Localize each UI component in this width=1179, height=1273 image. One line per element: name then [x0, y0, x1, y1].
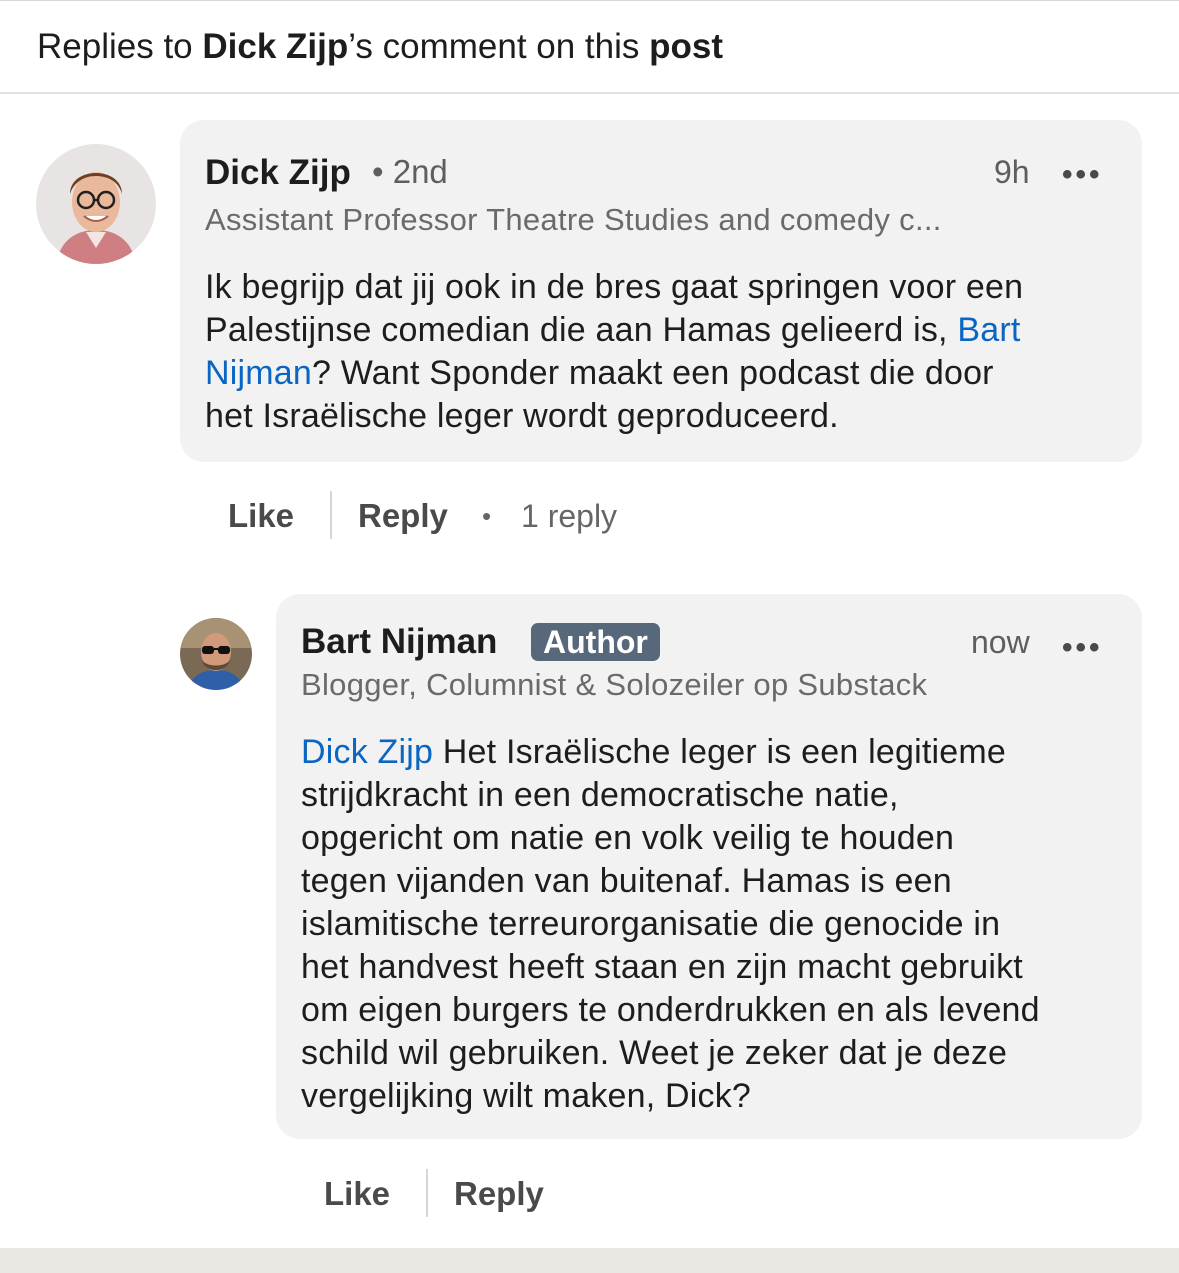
reply-button[interactable]: Reply [454, 1174, 544, 1214]
reply-author-name[interactable]: Bart Nijman [301, 622, 497, 662]
reply-body: Dick Zijp Het Israëlische leger is een l… [301, 731, 1131, 1118]
header-middle: ’s comment on this [348, 27, 650, 66]
action-divider [330, 491, 332, 539]
reply-count-link[interactable]: 1 reply [521, 496, 617, 536]
action-separator: • [482, 501, 492, 531]
mention-dick-zijp[interactable]: Dick Zijp [301, 733, 433, 771]
more-options-icon[interactable]: ••• [1062, 160, 1103, 190]
more-options-icon[interactable]: ••• [1062, 633, 1103, 663]
comment-body: Ik begrijp dat jij ook in de bres gaat s… [205, 266, 1135, 438]
bottom-band [0, 1248, 1179, 1273]
reply-timestamp: now [971, 624, 1030, 660]
reply-button[interactable]: Reply [358, 496, 448, 536]
header-prefix: Replies to [37, 27, 203, 66]
avatar-bart-nijman[interactable] [180, 618, 252, 690]
page-title: Replies to Dick Zijp’s comment on this p… [37, 26, 723, 68]
header-author[interactable]: Dick Zijp [202, 27, 348, 66]
reply-author-headline: Blogger, Columnist & Solozeiler op Subst… [301, 667, 928, 702]
header-post-link[interactable]: post [649, 27, 723, 66]
comment-body-text-start: Ik begrijp dat jij ook in de bres gaat s… [205, 268, 1024, 349]
replies-header: Replies to Dick Zijp’s comment on this p… [0, 0, 1179, 94]
connection-degree: • 2nd [372, 153, 448, 190]
avatar-dick-zijp[interactable] [36, 144, 156, 264]
comment-body-text-end: ? Want Sponder maakt een podcast die doo… [205, 354, 994, 435]
reply-body-text: Het Israëlische leger is een legitieme s… [301, 733, 1040, 1115]
like-button[interactable]: Like [228, 496, 294, 536]
comment-author-name[interactable]: Dick Zijp [205, 153, 351, 193]
author-badge: Author [531, 623, 660, 661]
action-divider [426, 1169, 428, 1217]
comment-author-headline: Assistant Professor Theatre Studies and … [205, 202, 942, 237]
comment-timestamp: 9h [994, 154, 1030, 190]
like-button[interactable]: Like [324, 1174, 390, 1214]
